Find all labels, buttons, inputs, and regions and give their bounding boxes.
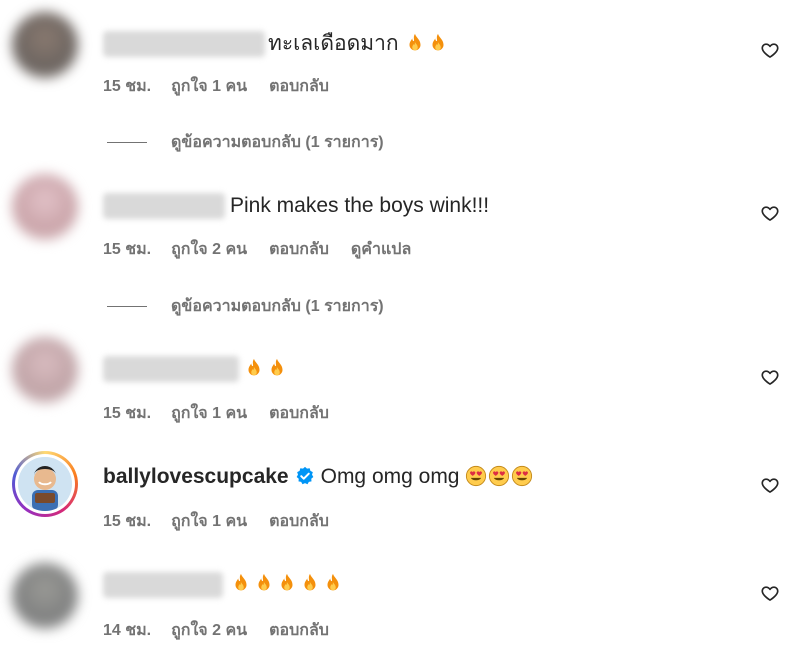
reply-button[interactable]: ตอบกลับ <box>269 237 329 262</box>
comment-text: ballylovescupcake Omg omg omg <box>103 463 534 491</box>
comment-meta: 14 ชม. ถูกใจ 2 คน ตอบกลับ <box>103 618 351 643</box>
avatar[interactable] <box>12 12 78 78</box>
fire-emoji-icon <box>322 572 345 595</box>
comment-text <box>243 355 289 383</box>
likes-count[interactable]: ถูกใจ 1 คน <box>171 509 247 534</box>
avatar[interactable] <box>12 337 78 403</box>
avatar[interactable] <box>12 563 78 629</box>
view-replies-label: ดูข้อความตอบกลับ (1 รายการ) <box>171 298 384 315</box>
comment-meta: 15 ชม. ถูกใจ 1 คน ตอบกลับ <box>103 401 351 426</box>
fire-emoji-icon <box>276 572 299 595</box>
avatar-story-ring[interactable] <box>12 451 78 517</box>
comment-meta: 15 ชม. ถูกใจ 1 คน ตอบกลับ <box>103 509 351 534</box>
comment-text: Pink makes the boys wink!!! <box>230 192 489 220</box>
verified-badge-icon <box>296 466 313 485</box>
heart-outline-icon[interactable] <box>760 40 780 60</box>
username-blurred[interactable] <box>103 193 225 219</box>
view-replies-label: ดูข้อความตอบกลับ (1 รายการ) <box>171 134 384 151</box>
timestamp[interactable]: 15 ชม. <box>103 401 151 426</box>
fire-emoji-icon <box>299 572 322 595</box>
timestamp[interactable]: 15 ชม. <box>103 237 151 262</box>
fire-emoji-icon <box>404 32 427 55</box>
comment-meta: 15 ชม. ถูกใจ 1 คน ตอบกลับ <box>103 74 351 99</box>
comment-body: ทะเลเดือดมาก <box>268 32 399 55</box>
divider-line <box>107 142 147 144</box>
view-replies-button[interactable]: ดูข้อความตอบกลับ (1 รายการ) <box>107 294 384 319</box>
view-replies-button[interactable]: ดูข้อความตอบกลับ (1 รายการ) <box>107 130 384 155</box>
likes-count[interactable]: ถูกใจ 2 คน <box>171 237 247 262</box>
likes-count[interactable]: ถูกใจ 1 คน <box>171 401 247 426</box>
fire-emoji-icon <box>230 572 253 595</box>
reply-button[interactable]: ตอบกลับ <box>269 618 329 643</box>
fire-emoji-icon <box>253 572 276 595</box>
username-blurred[interactable] <box>103 572 223 598</box>
comment-body: Pink makes the boys wink!!! <box>230 194 490 217</box>
likes-count[interactable]: ถูกใจ 1 คน <box>171 74 247 99</box>
likes-count[interactable]: ถูกใจ 2 คน <box>171 618 247 643</box>
avatar[interactable] <box>12 174 78 240</box>
timestamp[interactable]: 15 ชม. <box>103 74 151 99</box>
comment-meta: 15 ชม. ถูกใจ 2 คน ตอบกลับ ดูคำแปล <box>103 237 433 262</box>
heart-eyes-emoji-icon <box>488 465 511 488</box>
fire-emoji-icon <box>266 357 289 380</box>
heart-eyes-emoji-icon <box>465 465 488 488</box>
reply-button[interactable]: ตอบกลับ <box>269 509 329 534</box>
reply-button[interactable]: ตอบกลับ <box>269 401 329 426</box>
fire-emoji-icon <box>427 32 450 55</box>
timestamp[interactable]: 15 ชม. <box>103 509 151 534</box>
heart-eyes-emoji-icon <box>511 465 534 488</box>
comment-text <box>230 570 345 598</box>
reply-button[interactable]: ตอบกลับ <box>269 74 329 99</box>
comment-body: Omg omg omg <box>320 465 460 488</box>
divider-line <box>107 306 147 308</box>
heart-outline-icon[interactable] <box>760 475 780 495</box>
username-blurred[interactable] <box>103 356 239 382</box>
username[interactable]: ballylovescupcake <box>103 465 289 488</box>
heart-outline-icon[interactable] <box>760 583 780 603</box>
translate-button[interactable]: ดูคำแปล <box>351 237 411 262</box>
comment-text: ทะเลเดือดมาก <box>268 30 450 58</box>
avatar <box>18 457 72 511</box>
username-blurred[interactable] <box>103 31 265 57</box>
fire-emoji-icon <box>243 357 266 380</box>
timestamp[interactable]: 14 ชม. <box>103 618 151 643</box>
heart-outline-icon[interactable] <box>760 203 780 223</box>
heart-outline-icon[interactable] <box>760 367 780 387</box>
